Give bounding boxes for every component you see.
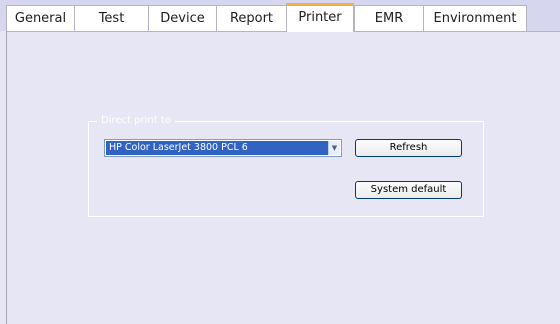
chevron-down-icon[interactable]: ▼ xyxy=(328,141,340,155)
tab-environment[interactable]: Environment xyxy=(423,5,527,31)
tab-printer[interactable]: Printer xyxy=(286,3,354,32)
tab-general[interactable]: General xyxy=(6,5,74,31)
system-default-button[interactable]: System default xyxy=(355,181,462,199)
tab-device[interactable]: Device xyxy=(148,5,216,31)
direct-print-group: Direct print to xyxy=(88,114,484,217)
tab-emr[interactable]: EMR xyxy=(354,5,423,31)
panel-left-border xyxy=(0,31,7,324)
tab-report[interactable]: Report xyxy=(216,5,286,31)
direct-print-legend: Direct print to xyxy=(97,114,175,128)
printer-select-value: HP Color LaserJet 3800 PCL 6 xyxy=(106,141,329,155)
tab-bar: General Test Device Report Printer EMR E… xyxy=(0,0,560,32)
refresh-button[interactable]: Refresh xyxy=(355,139,462,157)
tab-test[interactable]: Test xyxy=(74,5,148,31)
printer-select[interactable]: HP Color LaserJet 3800 PCL 6 ▼ xyxy=(104,139,342,157)
